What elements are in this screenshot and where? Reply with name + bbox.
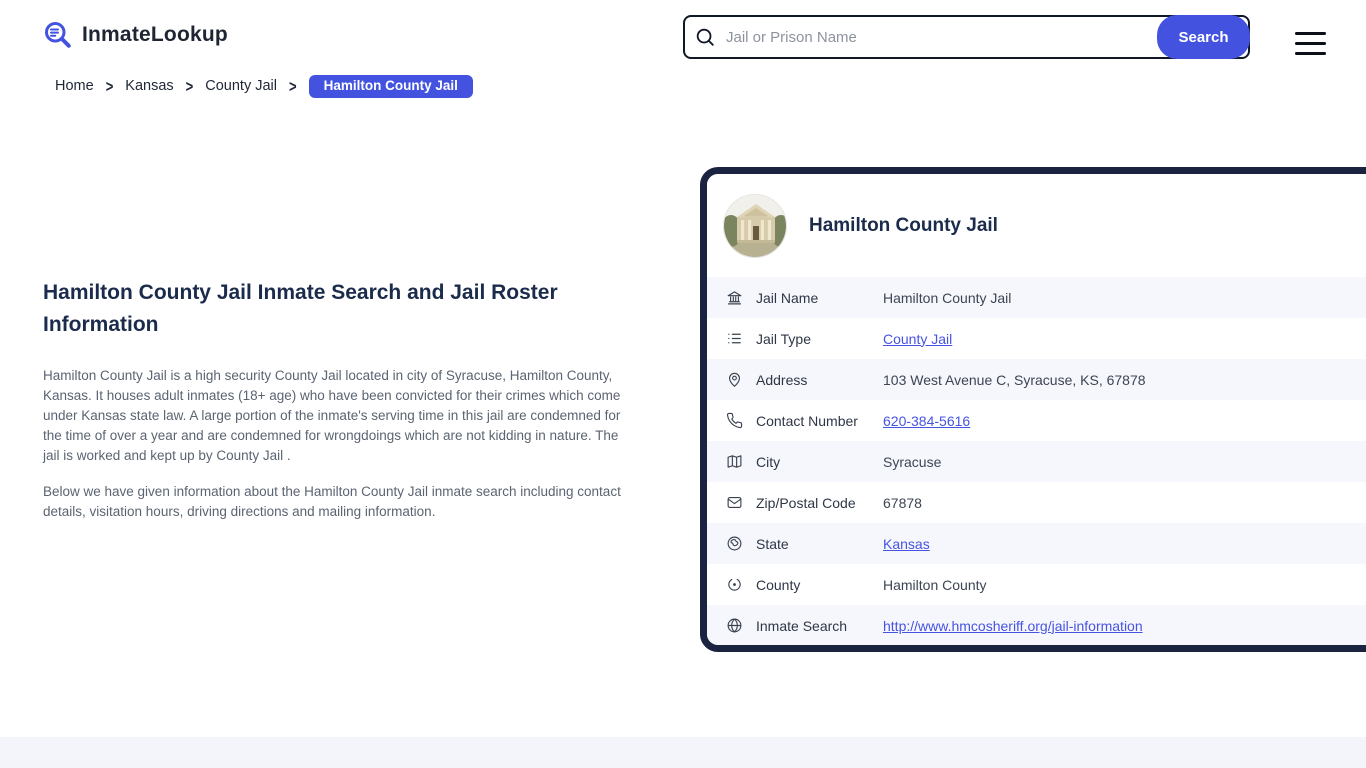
- chevron-right-icon: >: [185, 77, 194, 96]
- breadcrumb-home[interactable]: Home: [55, 78, 94, 94]
- globe-americas-icon: [726, 535, 743, 552]
- page-title: Hamilton County Jail Inmate Search and J…: [43, 281, 558, 336]
- breadcrumb-kansas[interactable]: Kansas: [125, 78, 173, 94]
- row-value-link[interactable]: Kansas: [883, 536, 930, 552]
- table-row: Inmate Search http://www.hmcosheriff.org/…: [707, 605, 1366, 645]
- table-row: State Kansas: [707, 523, 1366, 564]
- breadcrumb-county-jail[interactable]: County Jail: [205, 78, 277, 94]
- row-label: Inmate Search: [756, 617, 848, 634]
- chevron-right-icon: >: [288, 77, 297, 96]
- article: Hamilton County Jail Inmate Search and J…: [43, 277, 635, 538]
- list-icon: [726, 330, 743, 347]
- row-value: 103 West Avenue C, Syracuse, KS, 67878: [883, 371, 1146, 388]
- table-row: County Hamilton County: [707, 564, 1366, 605]
- article-paragraph: Below we have given information about th…: [43, 484, 621, 519]
- chevron-right-icon: >: [105, 77, 114, 96]
- map-icon: [726, 453, 743, 470]
- jail-photo: [723, 193, 787, 258]
- hamburger-menu-icon[interactable]: [1295, 25, 1326, 62]
- row-value: Syracuse: [883, 453, 942, 470]
- jail-info-card: Hamilton County Jail Jail Name Hamilton C…: [700, 167, 1366, 652]
- table-row: City Syracuse: [707, 441, 1366, 482]
- row-value-link[interactable]: http://www.hmcosheriff.org/jail-informat…: [883, 618, 1143, 634]
- row-value: Hamilton County: [883, 576, 987, 593]
- badge-icon: [726, 576, 743, 593]
- row-value: Hamilton County Jail: [883, 289, 1012, 306]
- row-label: Zip/Postal Code: [756, 494, 856, 511]
- row-value-link[interactable]: 620-384-5616: [883, 413, 970, 429]
- envelope-icon: [726, 494, 743, 511]
- globe-icon: [726, 617, 743, 634]
- row-label: Jail Name: [756, 289, 819, 306]
- table-row: Contact Number 620-384-5616: [707, 400, 1366, 441]
- row-label: State: [756, 535, 789, 552]
- breadcrumb: Home > Kansas > County Jail > Hamilton C…: [55, 75, 473, 98]
- breadcrumb-current-badge: Hamilton County Jail: [308, 75, 473, 98]
- table-row: Address 103 West Avenue C, Syracuse, KS, …: [707, 359, 1366, 400]
- row-label: Address: [756, 371, 808, 388]
- article-paragraph: Hamilton County Jail is a high security …: [43, 368, 621, 463]
- search-button[interactable]: Search: [1157, 15, 1250, 59]
- table-row: Jail Name Hamilton County Jail: [707, 277, 1366, 318]
- row-label: County: [756, 576, 801, 593]
- magnifier-lines-icon: [43, 20, 73, 50]
- table-row: Zip/Postal Code 67878: [707, 482, 1366, 523]
- row-label: Contact Number: [756, 412, 858, 429]
- brand-logo[interactable]: InmateLookup: [43, 20, 228, 50]
- table-row: Jail Type County Jail: [707, 318, 1366, 359]
- footer-strip: [0, 737, 1366, 768]
- row-label: Jail Type: [756, 330, 811, 347]
- row-value: 67878: [883, 494, 922, 511]
- phone-icon: [726, 412, 743, 429]
- row-label: City: [756, 453, 781, 470]
- jail-card-title: Hamilton County Jail: [809, 214, 998, 236]
- map-pin-icon: [726, 371, 743, 388]
- brand-name: InmateLookup: [82, 23, 228, 46]
- search-bar: Search: [683, 15, 1250, 59]
- row-value-link[interactable]: County Jail: [883, 331, 952, 347]
- jail-info-table: Jail Name Hamilton County Jail Jail Type Co…: [707, 277, 1366, 645]
- jail-card-header: Hamilton County Jail: [707, 174, 1366, 277]
- bank-icon: [726, 289, 743, 306]
